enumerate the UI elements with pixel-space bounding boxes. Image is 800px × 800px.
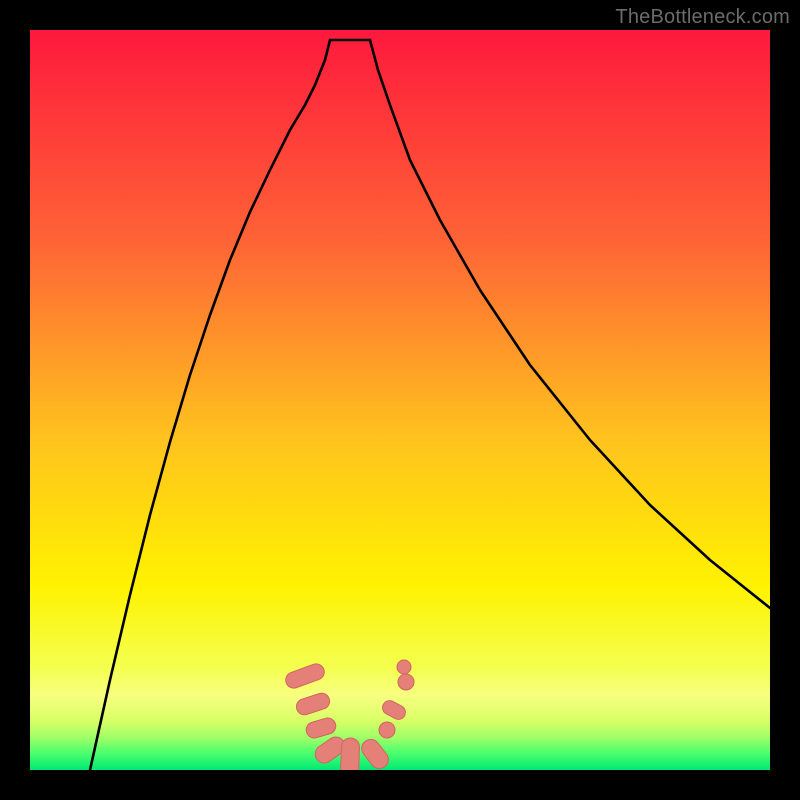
valley-marker-5 <box>358 736 392 770</box>
valley-marker-1 <box>294 691 331 717</box>
curve-right-curve <box>370 40 770 608</box>
chart-frame: TheBottleneck.com <box>0 0 800 800</box>
valley-marker-8 <box>398 674 414 690</box>
curve-left-curve <box>90 40 330 770</box>
valley-marker-7 <box>380 698 408 722</box>
plot-area <box>30 30 770 770</box>
source-watermark: TheBottleneck.com <box>615 6 790 29</box>
valley-marker-4 <box>340 738 360 770</box>
valley-marker-9 <box>397 660 411 674</box>
curves-layer <box>30 30 770 770</box>
valley-marker-6 <box>379 722 395 738</box>
valley-marker-2 <box>304 716 337 740</box>
valley-marker-0 <box>283 662 326 691</box>
